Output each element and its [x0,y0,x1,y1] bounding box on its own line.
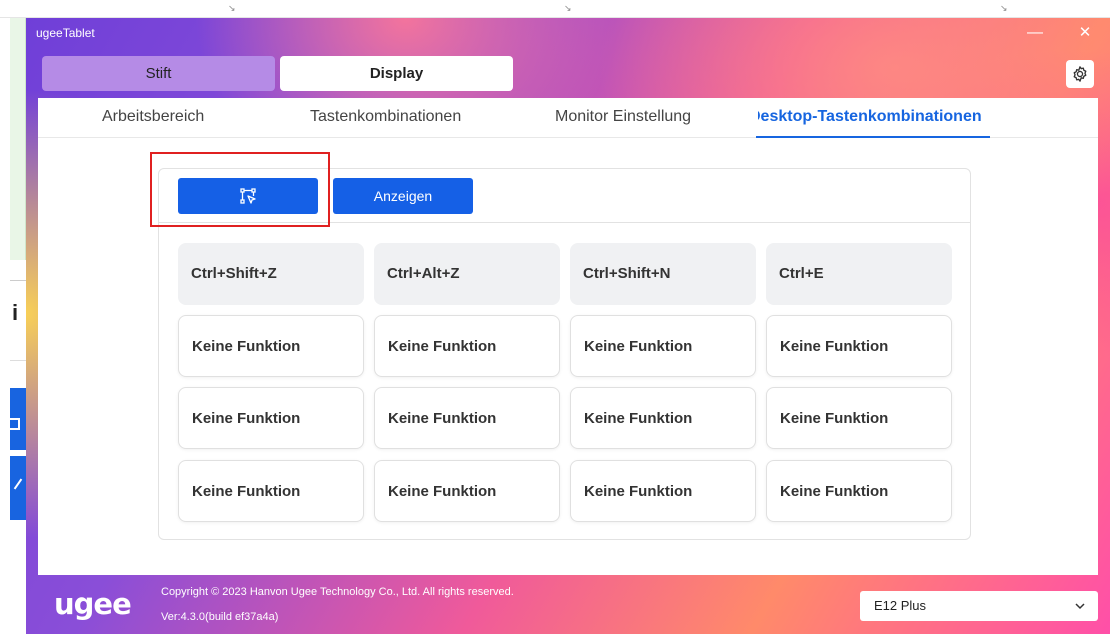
tab-label: Desktop-Tastenkombinationen [758,108,982,125]
chevron-down-icon [1075,603,1085,610]
shortcut-key[interactable]: Keine Funktion [178,315,364,377]
divider [10,280,26,281]
shortcut-key[interactable]: Keine Funktion [178,460,364,522]
active-tab-indicator [756,136,990,138]
shortcut-key[interactable]: Ctrl+Shift+Z [178,243,364,305]
tab-monitor-einstellung[interactable]: Monitor Einstellung [555,108,691,126]
shortcut-key[interactable]: Keine Funktion [374,387,560,449]
shortcut-key[interactable]: Keine Funktion [374,460,560,522]
settings-button[interactable] [1066,60,1094,88]
shortcut-key[interactable]: Keine Funktion [374,315,560,377]
device-select-value: E12 Plus [874,598,927,613]
background-window-edge: i [0,18,26,634]
app-window: ugeeTablet — ✕ Stift Display Arbeitsbere… [26,18,1110,634]
background-panel [10,18,26,260]
background-text: i [12,300,19,325]
anzeigen-button[interactable]: Anzeigen [333,178,473,214]
tab-stift[interactable]: Stift [42,56,275,91]
divider [10,360,26,361]
shortcut-key[interactable]: Keine Funktion [570,387,756,449]
title-bar: ugeeTablet — ✕ [26,18,1110,50]
shortcut-key[interactable]: Keine Funktion [570,460,756,522]
tab-display[interactable]: Display [280,56,513,91]
tab-arbeitsbereich[interactable]: Arbeitsbereich [102,108,204,126]
version-text: Ver:4.3.0(build ef37a4a) [161,611,279,623]
tab-desktop-tastenkombinationen[interactable]: Desktop-Tastenkombinationen [758,108,990,126]
shortcut-key[interactable]: Ctrl+E [766,243,952,305]
shortcut-key[interactable]: Keine Funktion [766,387,952,449]
chevron-down-icon: ↘ [564,3,572,13]
highlight-box [150,152,330,227]
shortcut-key[interactable]: Ctrl+Alt+Z [374,243,560,305]
gear-icon [1073,66,1087,82]
footer: ugee Copyright © 2023 Hanvon Ugee Techno… [26,575,1110,634]
device-select[interactable]: E12 Plus [860,591,1098,621]
ugee-logo: ugee [54,587,132,621]
close-button[interactable]: ✕ [1070,20,1100,46]
app-title: ugeeTablet [36,26,95,40]
sub-tab-bar: Arbeitsbereich Tastenkombinationen Monit… [38,98,1098,138]
minimize-button[interactable]: — [1020,20,1050,46]
background-window-strip: ↘ ↘ ↘ [0,0,1110,18]
background-button-icon [10,418,20,430]
shortcut-key[interactable]: Keine Funktion [766,460,952,522]
chevron-down-icon: ↘ [228,3,236,13]
shortcut-key[interactable]: Keine Funktion [766,315,952,377]
copyright-text: Copyright © 2023 Hanvon Ugee Technology … [161,586,514,598]
shortcut-key[interactable]: Ctrl+Shift+N [570,243,756,305]
chevron-down-icon: ↘ [1000,3,1008,13]
shortcut-key[interactable]: Keine Funktion [178,387,364,449]
shortcut-key[interactable]: Keine Funktion [570,315,756,377]
tab-tastenkombinationen[interactable]: Tastenkombinationen [310,108,461,126]
